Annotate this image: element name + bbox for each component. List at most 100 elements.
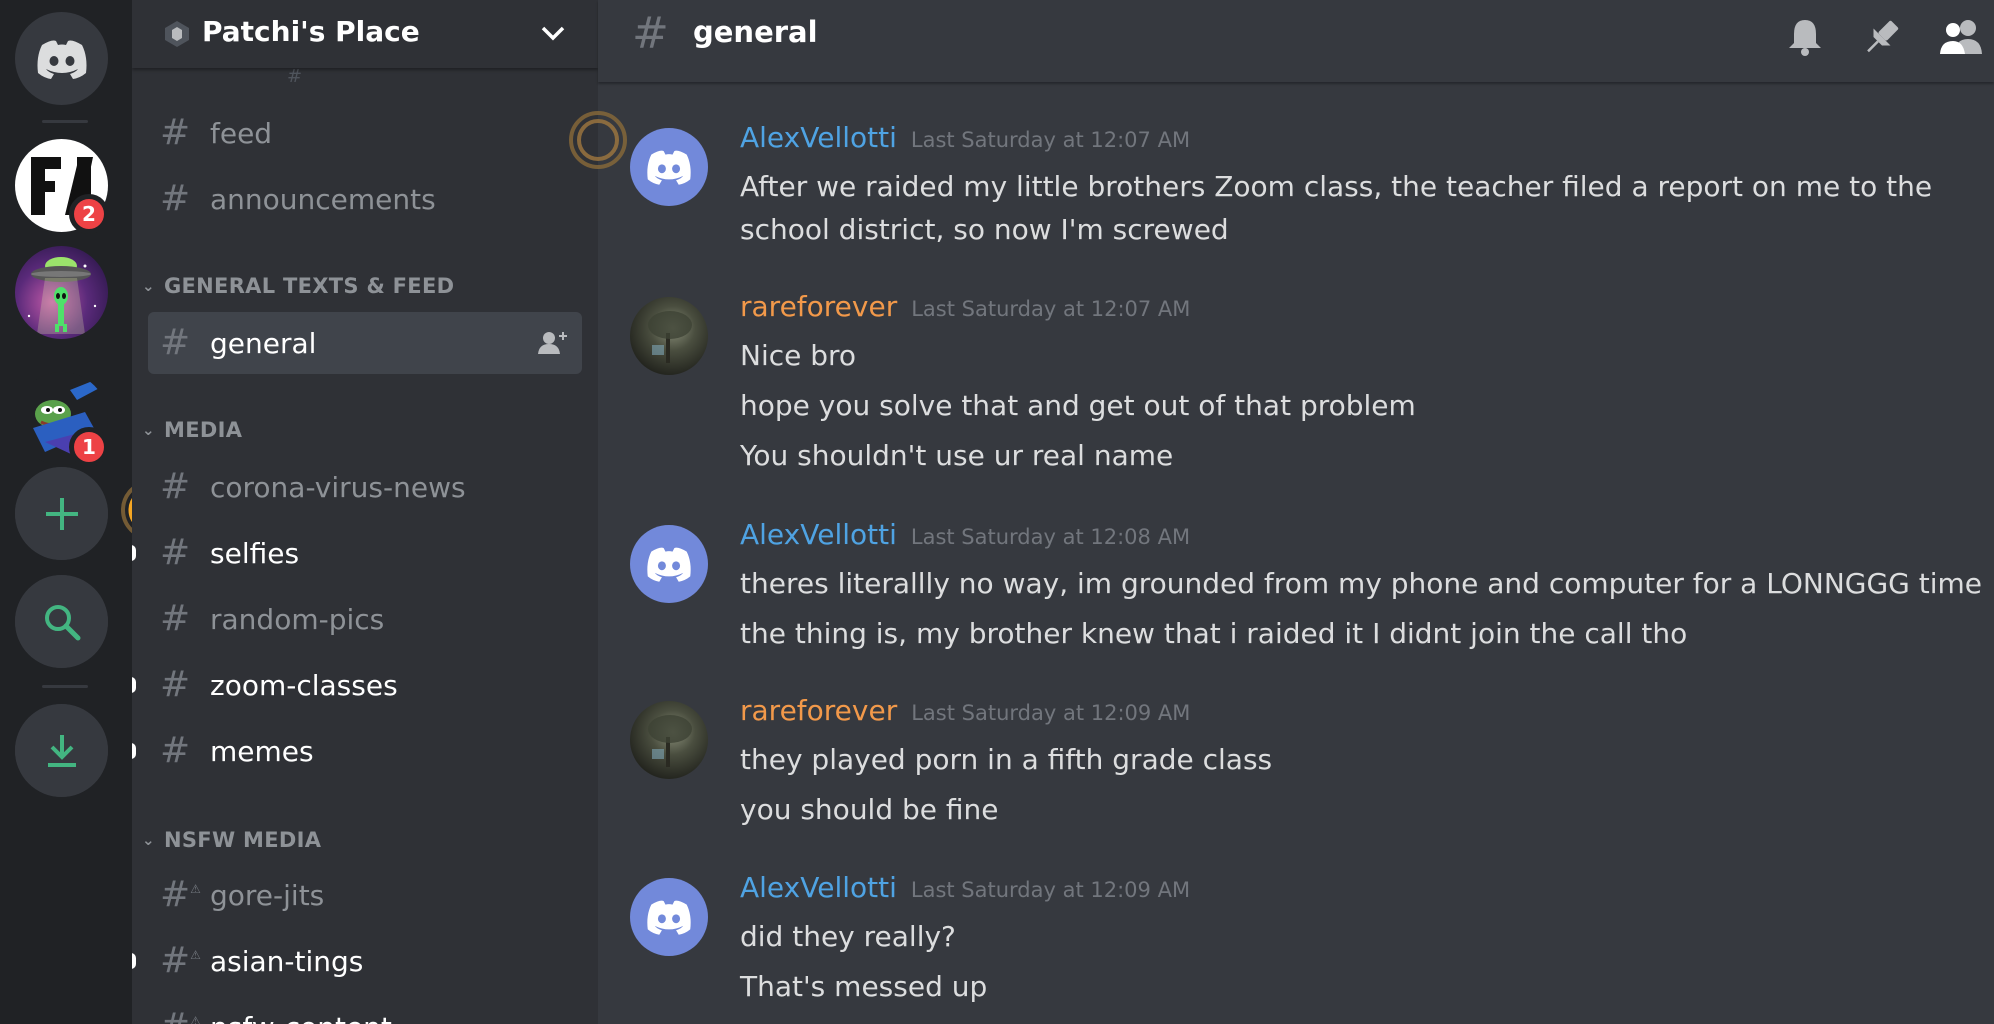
unread-indicator	[132, 545, 136, 561]
channel-gore-jits[interactable]: #⚠ gore-jits	[148, 864, 582, 926]
channel-label: asian-tings	[210, 944, 364, 978]
channel-label: memes	[210, 734, 314, 768]
hash-icon: #	[160, 466, 191, 507]
server-ufo[interactable]	[15, 246, 108, 339]
category-nsfw-media[interactable]: ⌄ NSFW MEDIA	[142, 828, 321, 852]
message-author[interactable]: rareforever Last Saturday at 12:07 AM	[740, 290, 1190, 323]
category-label: MEDIA	[164, 418, 243, 442]
discord-default-avatar-icon	[647, 150, 691, 185]
pin-icon[interactable]	[1862, 17, 1902, 57]
channel-general[interactable]: # general	[148, 312, 582, 374]
rail-separator	[42, 120, 88, 123]
download-apps-button[interactable]	[15, 704, 108, 797]
server-boost-icon	[165, 21, 189, 47]
server-fa[interactable]: 2	[15, 139, 109, 234]
guild-name: Patchi's Place	[202, 15, 420, 48]
explore-servers-button[interactable]	[15, 575, 108, 668]
hash-icon: #	[160, 178, 191, 219]
unread-indicator	[132, 677, 136, 693]
unread-indicator	[132, 953, 136, 969]
chevron-down-icon: ⌄	[142, 421, 155, 439]
channel-zoom-classes[interactable]: # zoom-classes	[132, 654, 582, 716]
message-line: That's messed up	[740, 970, 988, 1003]
channel-label: gore-jits	[210, 878, 325, 912]
avatar[interactable]	[630, 297, 708, 375]
guild-header[interactable]: Patchi's Place	[132, 0, 598, 68]
channel-label: nsfw-content	[210, 1011, 392, 1024]
message-line: you should be fine	[740, 793, 999, 826]
server-pepe[interactable]: 1	[15, 372, 109, 467]
channel-selfies[interactable]: # selfies	[132, 522, 582, 584]
channel-label: feed	[210, 116, 273, 150]
channel-announcements[interactable]: # announcements	[148, 168, 582, 230]
message-line: they played porn in a fifth grade class	[740, 743, 1273, 776]
channel-memes[interactable]: # memes	[132, 720, 582, 782]
message-line: theres literallly no way, im grounded fr…	[740, 567, 1983, 600]
channel-title: general	[693, 15, 818, 49]
message-group: rareforever Last Saturday at 12:09 AM the…	[598, 694, 1978, 826]
message-group: AlexVellotti Last Saturday at 12:09 AM di…	[598, 871, 1978, 1003]
hash-icon: #	[160, 112, 191, 153]
category-general-texts[interactable]: ⌄ GENERAL TEXTS & FEED	[142, 274, 454, 298]
home-button[interactable]	[15, 12, 108, 105]
author-name[interactable]: AlexVellotti	[740, 518, 897, 551]
message-line: You shouldn't use ur real name	[740, 439, 1174, 472]
channel-corona-virus-news[interactable]: # corona-virus-news	[148, 456, 582, 518]
avatar[interactable]	[630, 701, 708, 779]
add-server-icon	[15, 467, 108, 560]
message-line: After we raided my little brothers Zoom …	[740, 170, 1933, 203]
avatar[interactable]	[630, 128, 708, 206]
nsfw-hash-icon: #⚠	[160, 1009, 201, 1024]
server-rail: 2 1	[0, 0, 181, 1024]
channel-sidebar: Patchi's Place # # feed # announcements …	[132, 0, 598, 1024]
category-label: NSFW MEDIA	[164, 828, 322, 852]
author-name[interactable]: rareforever	[740, 694, 897, 727]
avatar[interactable]	[630, 525, 708, 603]
channel-label: general	[210, 326, 317, 360]
server-badge: 2	[69, 194, 109, 234]
chevron-down-icon: ⌄	[142, 831, 155, 849]
message-line: Nice bro	[740, 339, 857, 372]
add-server-button[interactable]	[15, 467, 108, 560]
ufo-server-icon	[15, 246, 108, 339]
channel-label: corona-virus-news	[210, 470, 466, 504]
cursor-highlight-icon	[569, 111, 627, 169]
message-timestamp: Last Saturday at 12:07 AM	[911, 297, 1191, 321]
channel-feed[interactable]: # feed	[148, 102, 582, 164]
channel-asian-tings[interactable]: #⚠ asian-tings	[132, 930, 582, 992]
chevron-down-icon: ⌄	[142, 277, 155, 295]
message-line: the thing is, my brother knew that i rai…	[740, 617, 1688, 650]
channel-label: selfies	[210, 536, 300, 570]
message-group: AlexVellotti Last Saturday at 12:07 AM Af…	[598, 121, 1978, 246]
message-author[interactable]: AlexVellotti Last Saturday at 12:09 AM	[740, 871, 1190, 904]
avatar[interactable]	[630, 878, 708, 956]
message-timestamp: Last Saturday at 12:07 AM	[910, 128, 1191, 152]
add-member-icon[interactable]	[538, 330, 568, 356]
server-badge: 1	[69, 427, 109, 467]
rail-separator	[42, 685, 88, 688]
category-media[interactable]: ⌄ MEDIA	[142, 418, 242, 442]
download-icon	[15, 704, 108, 797]
members-icon[interactable]	[1938, 17, 1984, 57]
hash-icon: #	[160, 532, 191, 573]
message-line: hope you solve that and get out of that …	[740, 389, 1416, 422]
author-name[interactable]: rareforever	[740, 290, 897, 323]
message-timestamp: Last Saturday at 12:09 AM	[910, 878, 1191, 902]
category-label: GENERAL TEXTS & FEED	[164, 274, 455, 298]
unread-indicator	[132, 743, 136, 759]
message-timestamp: Last Saturday at 12:08 AM	[910, 525, 1191, 549]
hash-icon: #	[160, 322, 191, 363]
channel-label: announcements	[210, 182, 436, 216]
author-name[interactable]: AlexVellotti	[740, 871, 897, 904]
message-author[interactable]: AlexVellotti Last Saturday at 12:08 AM	[740, 518, 1190, 551]
channel-nsfw-content[interactable]: #⚠ nsfw-content	[148, 996, 582, 1024]
message-timestamp: Last Saturday at 12:09 AM	[911, 701, 1191, 725]
message-group: AlexVellotti Last Saturday at 12:08 AM th…	[598, 518, 1982, 650]
message-author[interactable]: AlexVellotti Last Saturday at 12:07 AM	[740, 121, 1190, 154]
message-author[interactable]: rareforever Last Saturday at 12:09 AM	[740, 694, 1190, 727]
author-name[interactable]: AlexVellotti	[740, 121, 897, 154]
bell-icon[interactable]	[1786, 17, 1824, 57]
channel-label: random-pics	[210, 602, 385, 636]
channel-random-pics[interactable]: # random-pics	[148, 588, 582, 650]
channel-topbar: # general	[598, 0, 1994, 82]
